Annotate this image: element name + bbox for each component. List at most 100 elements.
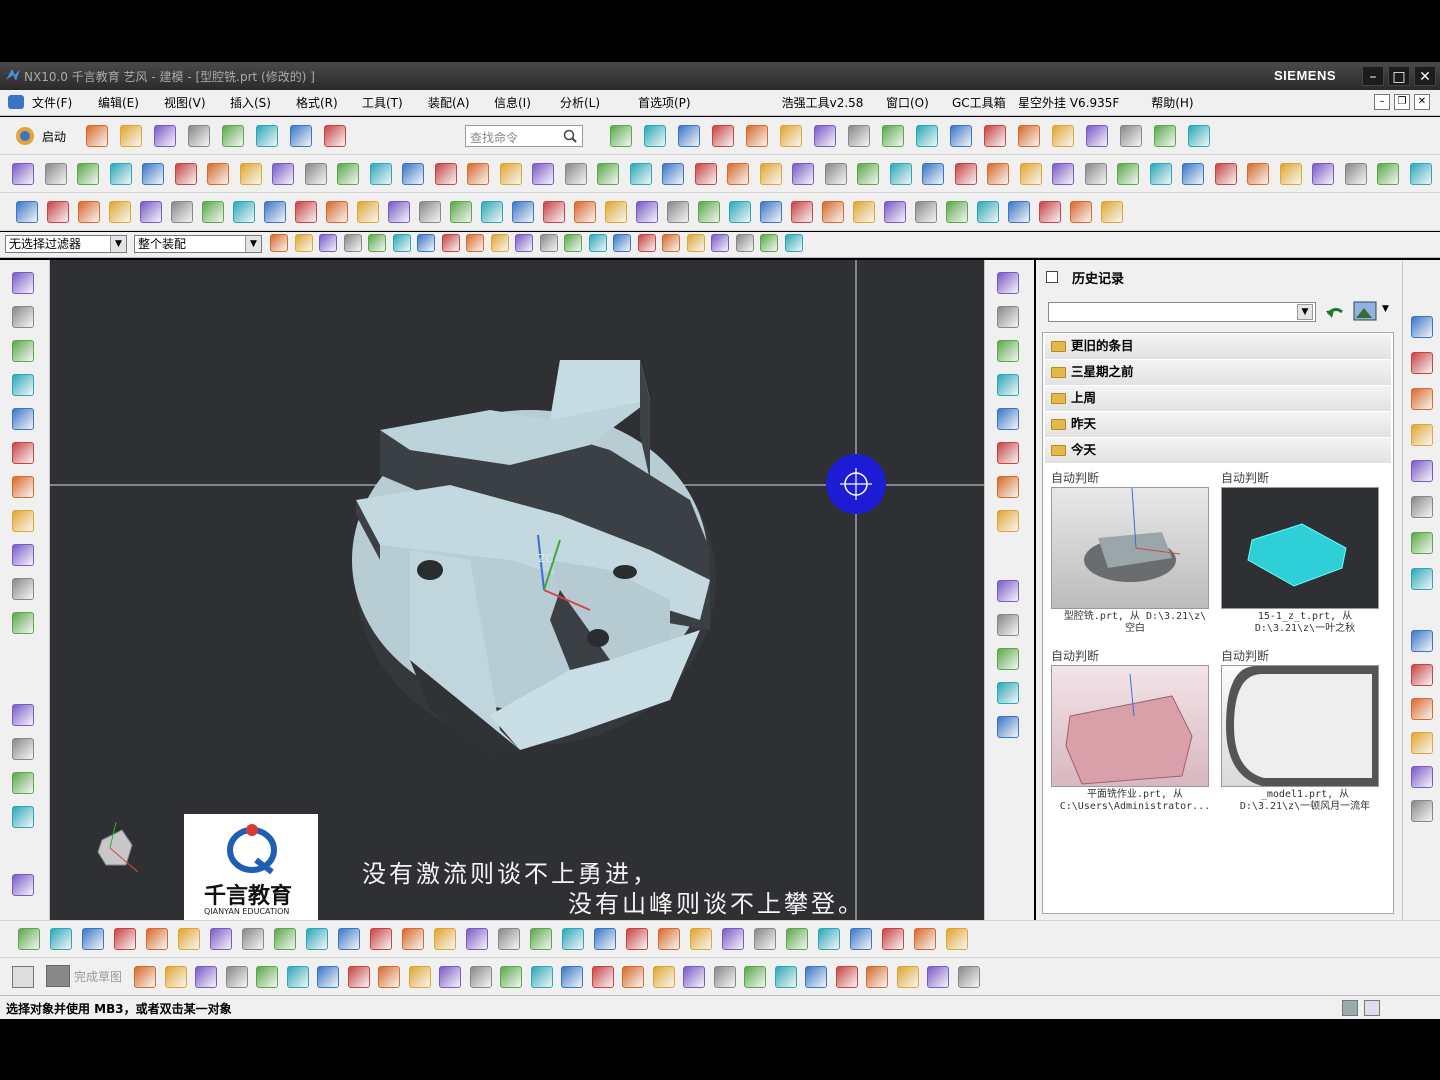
modeling-tool-icon[interactable] bbox=[337, 163, 359, 185]
modeling-tool-icon[interactable] bbox=[889, 163, 912, 185]
extension-tool-icon[interactable] bbox=[760, 201, 782, 223]
extension-tool-icon[interactable] bbox=[574, 201, 596, 223]
resource-tool-icon[interactable] bbox=[12, 544, 34, 566]
view-orient-tool-icon[interactable] bbox=[997, 408, 1019, 430]
feature-tool-icon[interactable] bbox=[946, 928, 968, 950]
history-thumbnail[interactable]: 自动判断 15-1_z_t.prt, 从 D:\3.21\z\一叶之秋 bbox=[1221, 469, 1389, 635]
feature-tool-icon[interactable] bbox=[402, 928, 424, 950]
selection-tool-icon[interactable] bbox=[319, 234, 337, 252]
resource-tab-tool-icon[interactable] bbox=[1411, 732, 1433, 754]
extension-tool-icon[interactable] bbox=[357, 201, 379, 223]
modeling-tool-icon[interactable] bbox=[1279, 163, 1302, 185]
extension-tool-icon[interactable] bbox=[419, 201, 441, 223]
selection-tool-icon[interactable] bbox=[735, 234, 754, 252]
render-tool-icon[interactable] bbox=[997, 682, 1019, 704]
feature-tool-icon[interactable] bbox=[786, 928, 808, 950]
view-tool-icon[interactable] bbox=[1086, 125, 1108, 147]
extension-tool-icon[interactable] bbox=[636, 201, 658, 223]
extension-tool-icon[interactable] bbox=[388, 201, 410, 223]
modeling-tool-icon[interactable] bbox=[597, 163, 619, 185]
modeling-tool-icon[interactable] bbox=[954, 163, 977, 185]
selection-tool-icon[interactable] bbox=[294, 234, 313, 252]
view-tool-icon[interactable] bbox=[984, 125, 1006, 147]
selection-tool-icon[interactable] bbox=[515, 234, 533, 252]
selection-tool-icon[interactable] bbox=[637, 234, 656, 252]
sketch-tool-icon[interactable] bbox=[195, 966, 217, 988]
sketch-tool-icon[interactable] bbox=[713, 966, 736, 988]
modeling-tool-icon[interactable] bbox=[1214, 163, 1237, 185]
start-button[interactable]: 启动 bbox=[42, 128, 66, 145]
modeling-tool-icon[interactable] bbox=[369, 163, 392, 185]
modeling-tool-icon[interactable] bbox=[12, 163, 34, 185]
doc-minimize-button[interactable]: – bbox=[1374, 94, 1390, 110]
resource-tab-tool-icon[interactable] bbox=[1411, 800, 1433, 822]
menu-item[interactable]: 装配(A) bbox=[424, 94, 474, 111]
type-filter-select[interactable]: 无选择过滤器 ▼ bbox=[5, 235, 127, 253]
sketch-icon[interactable] bbox=[12, 966, 34, 988]
selection-tool-icon[interactable] bbox=[368, 234, 386, 252]
extension-tool-icon[interactable] bbox=[16, 201, 38, 223]
selection-tool-icon[interactable] bbox=[466, 234, 484, 252]
modeling-tool-icon[interactable] bbox=[1344, 163, 1367, 185]
selection-tool-icon[interactable] bbox=[441, 234, 460, 252]
image-view-icon[interactable] bbox=[1352, 300, 1378, 324]
resource-tool-icon[interactable] bbox=[12, 306, 34, 328]
menu-item[interactable]: 文件(F) bbox=[28, 94, 76, 111]
selection-tool-icon[interactable] bbox=[711, 234, 729, 252]
view-orient-tool-icon[interactable] bbox=[997, 272, 1019, 294]
modeling-tool-icon[interactable] bbox=[44, 163, 67, 185]
standard-tool-icon[interactable] bbox=[256, 125, 278, 147]
nav-tool-icon[interactable] bbox=[1411, 568, 1433, 590]
command-search-box[interactable]: 查找命令 bbox=[465, 125, 583, 147]
modeling-tool-icon[interactable] bbox=[1052, 163, 1074, 185]
sketch-tool-icon[interactable] bbox=[591, 966, 614, 988]
modeling-tool-icon[interactable] bbox=[564, 163, 587, 185]
feature-tool-icon[interactable] bbox=[818, 928, 840, 950]
feature-tool-icon[interactable] bbox=[338, 928, 360, 950]
feature-tool-icon[interactable] bbox=[114, 928, 136, 950]
menu-item[interactable]: 插入(S) bbox=[226, 94, 275, 111]
selection-tool-icon[interactable] bbox=[686, 234, 705, 252]
selection-tool-icon[interactable] bbox=[613, 234, 631, 252]
back-arrow-icon[interactable] bbox=[1324, 302, 1346, 322]
modeling-tool-icon[interactable] bbox=[1409, 163, 1432, 185]
menu-item[interactable]: 分析(L) bbox=[556, 94, 604, 111]
modeling-tool-icon[interactable] bbox=[1247, 163, 1269, 185]
assembly-tool-icon[interactable] bbox=[12, 806, 34, 828]
view-orient-tool-icon[interactable] bbox=[997, 476, 1019, 498]
resource-tool-icon[interactable] bbox=[12, 578, 34, 600]
feature-tool-icon[interactable] bbox=[914, 928, 936, 950]
menu-item[interactable]: 星空外挂 V6.935F bbox=[1014, 94, 1123, 111]
extension-tool-icon[interactable] bbox=[78, 201, 100, 223]
modeling-tool-icon[interactable] bbox=[207, 163, 229, 185]
sketch-tool-icon[interactable] bbox=[439, 966, 461, 988]
sketch-tool-icon[interactable] bbox=[896, 966, 919, 988]
history-thumbnail[interactable]: 自动判断 平面铣作业.prt, 从 C:\Users\Administrator..… bbox=[1051, 647, 1219, 813]
modeling-tool-icon[interactable] bbox=[922, 163, 944, 185]
modeling-tool-icon[interactable] bbox=[987, 163, 1009, 185]
resource-tab-tool-icon[interactable] bbox=[1411, 630, 1433, 652]
nav-tool-icon[interactable] bbox=[1411, 316, 1433, 338]
modeling-tool-icon[interactable] bbox=[532, 163, 554, 185]
feature-tool-icon[interactable] bbox=[722, 928, 744, 950]
view-tool-icon[interactable] bbox=[1188, 125, 1210, 147]
resource-tool-icon[interactable] bbox=[12, 408, 34, 430]
menu-item[interactable]: 帮助(H) bbox=[1147, 94, 1197, 111]
feature-tool-icon[interactable] bbox=[178, 928, 200, 950]
menu-item[interactable]: 格式(R) bbox=[292, 94, 342, 111]
feature-tool-icon[interactable] bbox=[146, 928, 168, 950]
menu-item[interactable]: 视图(V) bbox=[160, 94, 210, 111]
modeling-tool-icon[interactable] bbox=[1117, 163, 1139, 185]
view-orient-tool-icon[interactable] bbox=[997, 442, 1019, 464]
sketch-tool-icon[interactable] bbox=[347, 966, 370, 988]
sketch-tool-icon[interactable] bbox=[286, 966, 309, 988]
history-group[interactable]: 上周 bbox=[1045, 386, 1391, 411]
render-tool-icon[interactable] bbox=[997, 716, 1019, 738]
feature-tool-icon[interactable] bbox=[50, 928, 72, 950]
view-tool-icon[interactable] bbox=[950, 125, 972, 147]
view-tool-icon[interactable] bbox=[746, 125, 768, 147]
modeling-tool-icon[interactable] bbox=[109, 163, 132, 185]
history-filter-select[interactable]: ▼ bbox=[1048, 302, 1316, 322]
sketch-tool-icon[interactable] bbox=[927, 966, 949, 988]
sketch-tool-icon[interactable] bbox=[408, 966, 431, 988]
